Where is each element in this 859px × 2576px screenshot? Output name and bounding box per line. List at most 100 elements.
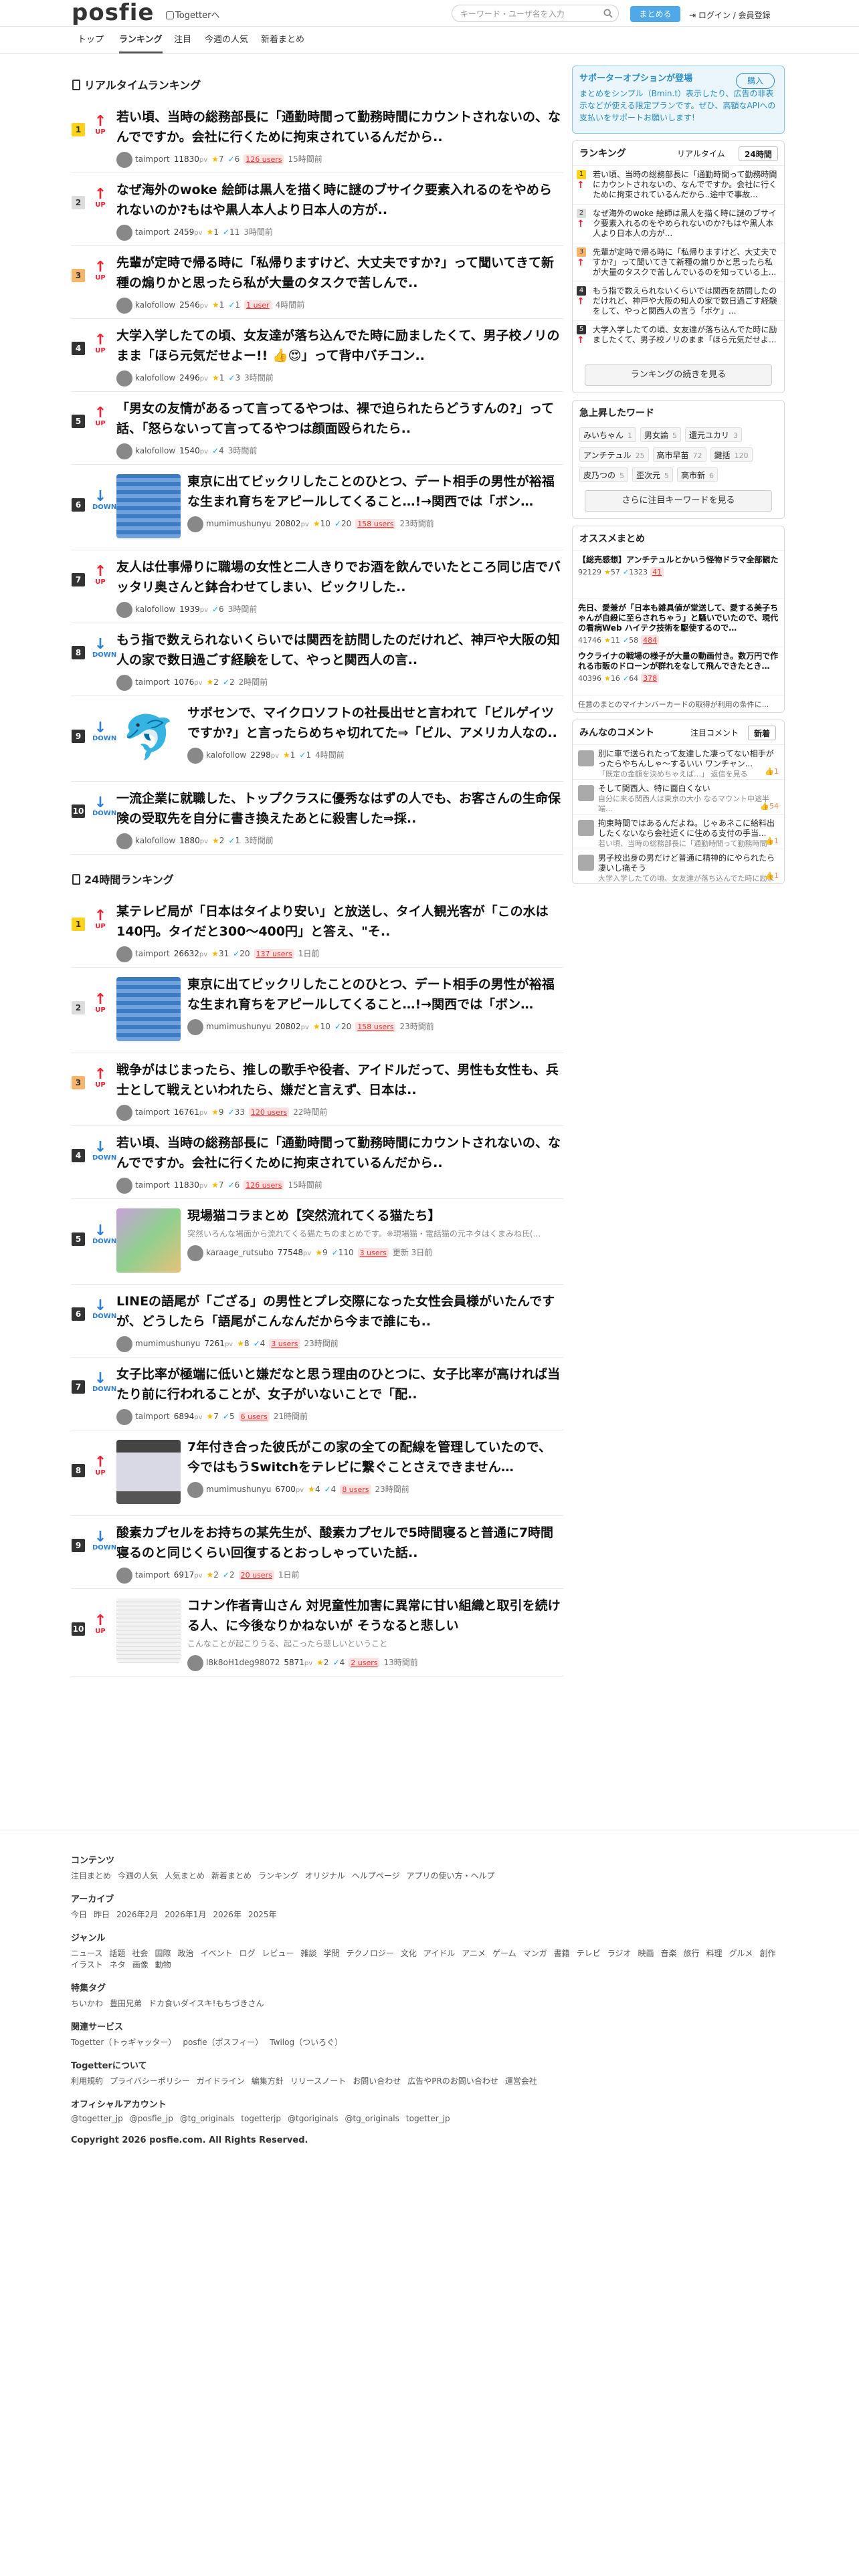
recommended-tail[interactable]: 任意のまとのマイナンバーカードの取得が利用の条件に... [573,695,784,712]
footer-link[interactable]: 今週の人気 [118,1871,158,1881]
tab-2[interactable]: 注目 [174,27,191,53]
footer-link[interactable]: 利用規約 [71,2076,103,2086]
recommended-row[interactable]: ウクライナの戦場の様子が大量の動画付き。数万円で作れる市販のドローンが群れをなし… [573,647,784,695]
footer-link[interactable]: ログ [239,1949,255,1958]
ranking-item[interactable]: 5 ↑ UP 「男女の友情があるって言ってるやつは、裸で迫られたらどうすんの?」って話… [71,392,563,465]
thumbnail[interactable] [116,1440,181,1504]
item-title[interactable]: 若い頃、当時の総務部長に「通勤時間って勤務時間にカウントされないの、なんでですか… [116,1133,563,1173]
footer-link[interactable]: Togetter（トゥギャッター） [71,2038,176,2047]
item-title[interactable]: 酸素カプセルをお持ちの某先生が、酸素カプセルで5時間寝ると普通に7時間寝るのと同… [116,1523,563,1563]
footer-link[interactable]: マンガ [523,1949,547,1958]
footer-link[interactable]: 雑談 [301,1949,317,1958]
footer-link[interactable]: 旅行 [684,1949,700,1958]
item-title[interactable]: コナン作者青山さん 対児童性加害に異常に甘い組織と取引を続ける人、に今後なりかね… [187,1596,563,1636]
keyword-chip[interactable]: アンチテュル 25 [579,447,649,462]
avatar[interactable] [116,370,132,387]
user-name[interactable]: karaage_rutsubo [206,1248,274,1257]
user-name[interactable]: kalofollow [206,750,246,760]
user-count-badge[interactable]: 20 users [238,1570,274,1580]
footer-link[interactable]: ニュース [71,1949,102,1958]
item-title[interactable]: 東京に出てビックリしたことのひとつ、デート相手の男性が裕福な生まれ育ちをアピール… [187,471,563,512]
togetter-link[interactable]: Togetterへ [166,8,219,21]
footer-link[interactable]: オリジナル [305,1871,345,1881]
ranking-more-button[interactable]: ランキングの続きを見る [585,364,772,386]
user-name[interactable]: mumimushunyu [206,519,271,528]
footer-link[interactable]: 2026年 [213,1910,242,1919]
ranking-item[interactable]: 1 ↑ UP 某テレビ局が「日本はタイより安い」と放送し、タイ人観光客が「この水は14… [71,895,563,968]
user-name[interactable]: taimport [135,1107,170,1117]
footer-link[interactable]: 豊田兄弟 [110,1999,142,2008]
comment-row[interactable]: 男子校出身の男だけど普通に精神的にやられたら凄いし痛そう 大学入学したての頃、女友… [573,849,784,883]
avatar[interactable] [116,1567,132,1584]
side-ranking-row[interactable]: 4 ↑ もう指で数えられないくらいでは関西を訪問したのだけれど、神戸や大阪の知人の家… [573,282,784,320]
user-name[interactable]: taimport [135,227,170,237]
footer-link[interactable]: レビュー [262,1949,294,1958]
tab-1[interactable]: ランキング [119,27,163,53]
avatar[interactable] [116,1104,132,1121]
footer-link[interactable]: 今日 [71,1910,87,1919]
footer-link[interactable]: 料理 [706,1949,723,1958]
footer-link[interactable]: プライバシーポリシー [110,2076,190,2086]
thumbnail[interactable]: 🐬 [116,706,181,770]
ranking-item[interactable]: 7 ↓ DOWN 女子比率が極端に低いと嫌だなと思う理由のひとつに、女子比率が高ければ… [71,1358,563,1430]
footer-link[interactable]: 2026年1月 [165,1910,206,1919]
avatar[interactable] [116,224,132,241]
footer-link[interactable]: Twilog（ついろぐ） [270,2038,343,2047]
user-count-badge[interactable]: 158 users [355,1022,396,1032]
footer-link[interactable]: 音楽 [660,1949,676,1958]
footer-link[interactable]: グルメ [729,1949,753,1958]
tab-hot-comments[interactable]: 注目コメント [685,726,744,740]
avatar[interactable] [187,747,203,764]
item-title[interactable]: 大学入学したての頃、女友達が落ち込んでた時に励ましたくて、男子校ノリのまま「ほら… [116,326,563,366]
keyword-chip[interactable]: 高市早苗 72 [652,447,706,462]
footer-link[interactable]: 動物 [155,1960,171,1969]
user-name[interactable]: kalofollow [135,446,175,455]
keyword-chip[interactable]: みいちゃん 1 [579,427,637,442]
ranking-item[interactable]: 8 ↓ DOWN もう指で数えられないくらいでは関西を訪問したのだけれど、神戸や大阪の… [71,623,563,696]
ranking-item[interactable]: 8 ↑ UP 7年付き合った彼氏がこの家の全ての配線を管理していたので、今ではもうSw… [71,1430,563,1516]
footer-link[interactable]: @posfie_jp [130,2114,173,2123]
footer-link[interactable]: アプリの使い方・ヘルプ [406,1871,494,1881]
footer-link[interactable]: ランキング [258,1871,298,1881]
user-name[interactable]: mumimushunyu [206,1485,271,1494]
ranking-item[interactable]: 6 ↓ DOWN 東京に出てビックリしたことのひとつ、デート相手の男性が裕福な生まれ育… [71,465,563,550]
footer-link[interactable]: 学問 [324,1949,340,1958]
footer-link[interactable]: 創作 [760,1949,776,1958]
ranking-item[interactable]: 10 ↑ UP コナン作者青山さん 対児童性加害に異常に甘い組織と取引を続ける人、に今… [71,1589,563,1677]
user-count-badge[interactable]: 137 users [254,949,294,959]
supporter-promo[interactable]: サポーターオプションが登場 購入 まとめをシンプル（⁠Bmin.t）表示したり、… [572,66,785,134]
tab-0[interactable]: トップ [78,27,104,53]
avatar[interactable] [116,1177,132,1194]
keyword-chip[interactable]: 歪次元 5 [632,467,674,482]
footer-link[interactable]: @tgoriginals [288,2114,338,2123]
item-title[interactable]: 戦争がはじまったら、推しの歌手や役者、アイドルだって、男性も女性も、兵士として戦… [116,1060,563,1100]
user-name[interactable]: taimport [135,1570,170,1580]
footer-link[interactable]: 国際 [155,1949,171,1958]
user-count-badge[interactable]: 484 [641,635,660,645]
matome-button[interactable]: まとめる [630,6,680,22]
side-ranking-row[interactable]: 1 ↑ 若い頃、当時の総務部長に「通勤時間って勤務時間にカウントされないの、なんでで… [573,165,784,204]
footer-link[interactable]: アニメ [462,1949,486,1958]
user-count-badge[interactable]: 126 users [244,1180,284,1190]
item-title[interactable]: 「男女の友情があるって言ってるやつは、裸で迫られたらどうすんの?」って話、「怒ら… [116,399,563,439]
avatar[interactable] [187,1654,203,1671]
footer-link[interactable]: 新着まとめ [211,1871,252,1881]
footer-link[interactable]: 話題 [109,1949,125,1958]
ranking-item[interactable]: 3 ↑ UP 先輩が定時で帰る時に「私帰りますけど、大丈夫ですか?」って聞いてきて新種… [71,246,563,319]
footer-link[interactable]: イベント [200,1949,232,1958]
footer-link[interactable]: イラスト [71,1960,103,1969]
ranking-item[interactable]: 2 ↑ UP なぜ海外のwoke 絵師は黒人を描く時に謎のブサイク要素入れるのをやめら… [71,173,563,246]
ranking-item[interactable]: 6 ↓ DOWN LINEの語尾が「ござる」の男性とプレ交際になった女性会員様がいたん… [71,1285,563,1358]
footer-link[interactable]: @tg_originals [345,2114,399,2123]
ranking-item[interactable]: 9 ↓ DOWN 🐬 サボセンで、マイクロソフトの社長出せと言われて「ビルゲイツですか?… [71,696,563,782]
footer-link[interactable]: ヘルプページ [352,1871,400,1881]
avatar[interactable] [116,946,132,962]
footer-link[interactable]: 広告やPRのお問い合わせ [407,2076,498,2086]
keyword-chip[interactable]: 還元ユカリ 3 [685,427,743,442]
item-title[interactable]: 先輩が定時で帰る時に「私帰りますけど、大丈夫ですか?」って聞いてきて新種の煽りか… [116,253,563,293]
ranking-item[interactable]: 10 ↓ DOWN 一流企業に就職した、トップクラスに優秀なはずの人でも、お客さんの生… [71,782,563,855]
item-title[interactable]: 友人は仕事帰りに職場の女性と二人きりでお酒を飲んでいたところ同じ店でバッタリ奥さ… [116,557,563,597]
recommended-row[interactable]: 先日、愛兼が「日本も雑具値が堂送して、愛する美子ちゃんが自殺に至らされちゃう」と… [573,599,784,647]
item-title[interactable]: 現場猫コラまとめ【突然流れてくる猫たち】 [187,1206,563,1226]
footer-link[interactable]: 社会 [132,1949,148,1958]
